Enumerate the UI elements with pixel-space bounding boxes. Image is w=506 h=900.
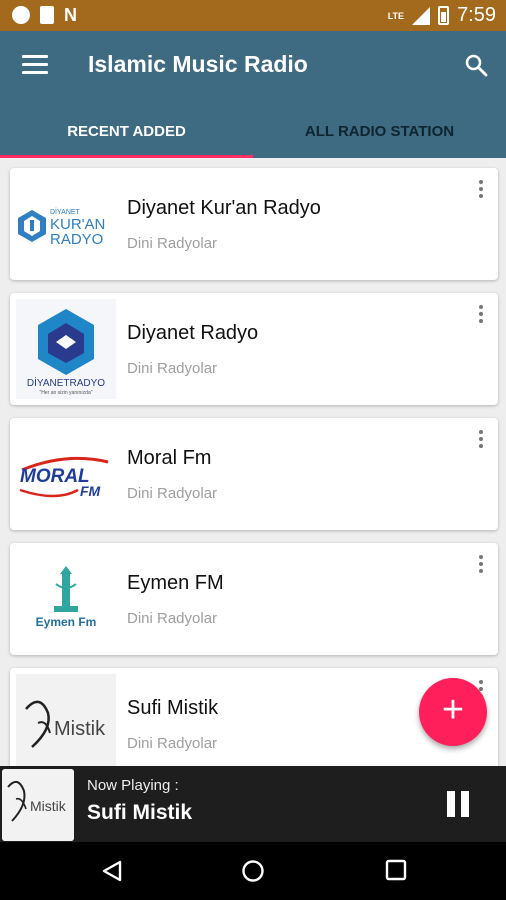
more-options-icon[interactable] xyxy=(478,180,484,202)
now-playing-bar[interactable]: Mistik Now Playing : Sufi Mistik xyxy=(0,766,506,842)
more-options-icon[interactable] xyxy=(478,305,484,327)
station-card[interactable]: Eymen Fm Eymen FM Dini Radyolar xyxy=(10,543,498,655)
station-logo: DİYANETRADYO "Her an sizin yanınızda" xyxy=(16,299,116,399)
system-nav-bar xyxy=(0,842,506,900)
station-card[interactable]: DİYANETRADYO "Her an sizin yanınızda" Di… xyxy=(10,293,498,405)
station-logo: DİYANET KUR'AN RADYO xyxy=(16,174,116,274)
station-category: Dini Radyolar xyxy=(127,610,218,627)
menu-icon[interactable] xyxy=(22,55,48,75)
plus-icon: + xyxy=(441,689,465,731)
station-logo: Mistik xyxy=(16,674,116,766)
station-category: Dini Radyolar xyxy=(127,360,218,377)
network-type: LTE xyxy=(387,10,405,21)
tab-recent-added[interactable]: RECENT ADDED xyxy=(0,101,253,158)
station-name: Diyanet Radyo xyxy=(127,322,259,344)
battery-icon xyxy=(438,6,450,25)
station-category: Dini Radyolar xyxy=(127,485,218,502)
pause-icon[interactable] xyxy=(447,791,471,817)
logo-text: Mistik xyxy=(54,718,106,740)
now-playing-label: Now Playing : xyxy=(87,777,179,794)
logo-text: "Her an sizin yanınızda" xyxy=(39,390,92,396)
logo-text: DİYANET xyxy=(50,207,81,216)
logo-text: Eymen Fm xyxy=(36,615,97,629)
station-name: Sufi Mistik xyxy=(127,697,219,719)
station-name: Diyanet Kur'an Radyo xyxy=(127,197,321,219)
tab-all-radio-station[interactable]: ALL RADIO STATION xyxy=(253,101,506,158)
app-title: Islamic Music Radio xyxy=(88,51,308,77)
logo-text: FM xyxy=(80,483,101,499)
more-options-icon[interactable] xyxy=(478,555,484,577)
station-card[interactable]: DİYANET KUR'AN RADYO Diyanet Kur'an Rady… xyxy=(10,168,498,280)
search-icon[interactable] xyxy=(464,53,488,77)
now-playing-title: Sufi Mistik xyxy=(87,801,193,824)
station-name: Eymen FM xyxy=(127,572,224,594)
n-icon: N xyxy=(64,5,77,25)
now-playing-logo: Mistik xyxy=(2,769,74,841)
circle-icon xyxy=(12,6,30,24)
tab-bar: RECENT ADDED ALL RADIO STATION xyxy=(0,101,506,158)
add-button[interactable]: + xyxy=(419,678,487,746)
station-category: Dini Radyolar xyxy=(127,235,218,252)
station-logo: Eymen Fm xyxy=(16,549,116,649)
signal-icon xyxy=(412,6,431,25)
logo-text: Mistik xyxy=(30,798,67,814)
station-card[interactable]: MORAL FM Moral Fm Dini Radyolar xyxy=(10,418,498,530)
status-bar: N LTE 7:59 xyxy=(0,0,506,31)
app-bar: Islamic Music Radio RECENT ADDED ALL RAD… xyxy=(0,31,506,158)
clock: 7:59 xyxy=(457,4,496,26)
station-category: Dini Radyolar xyxy=(127,735,218,752)
station-name: Moral Fm xyxy=(127,447,212,469)
recents-icon[interactable] xyxy=(385,859,407,881)
station-list: DİYANET KUR'AN RADYO Diyanet Kur'an Rady… xyxy=(0,158,506,766)
logo-text: RADYO xyxy=(50,231,103,248)
back-icon[interactable] xyxy=(100,859,124,883)
more-options-icon[interactable] xyxy=(478,430,484,452)
home-icon[interactable] xyxy=(241,859,265,883)
logo-text: DİYANETRADYO xyxy=(27,376,105,389)
station-logo: MORAL FM xyxy=(16,424,116,524)
sd-card-icon xyxy=(40,6,54,24)
